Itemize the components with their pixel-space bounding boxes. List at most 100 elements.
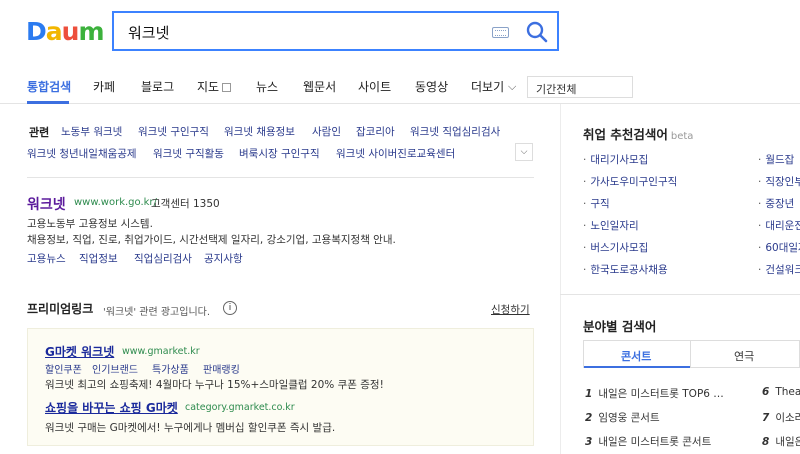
related-item[interactable]: 노동부 워크넷	[61, 124, 122, 139]
related-item[interactable]: 워크넷 채용정보	[224, 124, 295, 139]
related-title: 관련	[29, 126, 50, 139]
rank-number: 8	[762, 436, 770, 448]
related-searches: 관련 노동부 워크넷 워크넷 구인구직 워크넷 채용정보 사람인 잡코리아 워크…	[27, 122, 534, 178]
ad-sublink[interactable]: 인기브랜드	[92, 361, 138, 376]
logo-letter: m	[78, 17, 104, 46]
related-item[interactable]: 워크넷 청년내일채움공제	[27, 146, 137, 161]
sidebar-divider	[560, 294, 800, 295]
related-item[interactable]: 워크넷 구직활동	[153, 146, 224, 161]
rank-item[interactable]: 8 내일은	[762, 434, 800, 449]
ad-sublink[interactable]: 특가상품	[152, 361, 189, 376]
job-item[interactable]: 가사도우미구인구직	[583, 174, 677, 189]
ad-title[interactable]: G마켓 워크넷	[45, 343, 114, 360]
beta-badge: beta	[670, 131, 694, 142]
active-tab-indicator	[27, 101, 69, 104]
tab-site[interactable]: 사이트	[358, 78, 391, 95]
job-item[interactable]: 중장년	[758, 196, 794, 211]
tab-news[interactable]: 뉴스	[256, 78, 278, 95]
apply-link[interactable]: 신청하기	[491, 302, 530, 317]
logo-letter: u	[61, 17, 80, 46]
map-icon	[222, 83, 232, 92]
logo-letter: a	[45, 17, 63, 46]
job-item[interactable]: 대리기사모집	[583, 152, 648, 167]
rank-number: 1	[585, 388, 593, 400]
ad-url[interactable]: category.gmarket.co.kr	[185, 402, 295, 413]
rank-text: Theat	[775, 386, 800, 398]
site-customer-center: 고객센터 1350	[151, 198, 220, 210]
job-item[interactable]: 구직	[583, 196, 609, 211]
ad-title[interactable]: 쇼핑을 바꾸는 쇼핑 G마켓	[45, 399, 178, 416]
tab-blog[interactable]: 블로그	[141, 78, 174, 95]
search-button[interactable]	[524, 19, 550, 45]
ad-sublink[interactable]: 판매랭킹	[203, 361, 240, 376]
column-divider	[560, 104, 561, 454]
rank-number: 2	[585, 412, 593, 424]
related-item[interactable]: 잡코리아	[356, 124, 395, 139]
ad-description: 워크넷 구매는 G마켓에서! 누구에게나 멤버십 할인쿠폰 즉시 발급.	[45, 422, 336, 434]
job-item[interactable]: 노인일자리	[583, 218, 638, 233]
tab-web[interactable]: 웹문서	[303, 78, 336, 95]
site-description: 채용정보, 직업, 진로, 취업가이드, 시간선택제 일자리, 강소기업, 고용…	[27, 234, 396, 246]
rank-item[interactable]: 3 내일은 미스터트롯 콘서트	[585, 434, 711, 449]
job-item[interactable]: 한국도로공사채용	[583, 262, 667, 277]
site-url[interactable]: www.work.go.kr/	[74, 197, 157, 208]
rank-item[interactable]: 1 내일은 미스터트롯 TOP6 …	[585, 386, 724, 401]
site-sublink[interactable]: 고용뉴스	[27, 251, 66, 266]
rank-text: 임영웅 콘서트	[598, 412, 660, 424]
rank-text: 내일은 미스터트롯 콘서트	[598, 436, 712, 448]
rank-item[interactable]: 6 Theat	[762, 386, 800, 398]
rank-item[interactable]: 7 이소라	[762, 410, 800, 425]
active-tab-indicator	[584, 366, 690, 368]
chevron-down-icon[interactable]: ⌵	[508, 80, 516, 94]
job-item[interactable]: 직장인부	[758, 174, 800, 189]
site-sublink[interactable]: 직업정보	[79, 251, 118, 266]
related-item[interactable]: 워크넷 직업심리검사	[410, 124, 500, 139]
info-icon[interactable]: i	[223, 301, 237, 315]
tab-map[interactable]: 지도	[197, 78, 232, 95]
tab-separator	[690, 341, 691, 367]
tab-theater[interactable]: 연극	[734, 348, 754, 364]
rank-text: 내일은	[775, 436, 800, 448]
rank-text: 내일은 미스터트롯 TOP6 …	[598, 388, 724, 400]
search-input[interactable]: 워크넷	[128, 22, 169, 43]
rank-number: 7	[762, 412, 770, 424]
rank-number: 3	[585, 436, 593, 448]
tab-concert[interactable]: 콘서트	[621, 348, 651, 364]
related-item[interactable]: 벼룩시장 구인구직	[239, 146, 320, 161]
job-item[interactable]: 대리운전	[758, 218, 800, 233]
site-sublink[interactable]: 공지사항	[204, 251, 243, 266]
job-item[interactable]: 60대일자	[758, 240, 800, 255]
rank-item[interactable]: 2 임영웅 콘서트	[585, 410, 660, 425]
related-item[interactable]: 사람인	[312, 124, 341, 139]
tab-all[interactable]: 통합검색	[27, 78, 71, 95]
site-title-link[interactable]: 워크넷	[27, 194, 66, 214]
job-recommend-title: 취업 추천검색어 beta	[583, 124, 693, 143]
header: Daum 워크넷	[0, 0, 800, 66]
period-select[interactable]: 기간전체	[527, 76, 633, 98]
job-item[interactable]: 버스기사모집	[583, 240, 648, 255]
rank-number: 6	[762, 386, 770, 398]
search-box[interactable]: 워크넷	[112, 11, 559, 51]
tab-more[interactable]: 더보기	[471, 78, 504, 95]
logo-letter: D	[26, 17, 47, 46]
search-icon	[526, 21, 548, 43]
tab-video[interactable]: 동영상	[415, 78, 448, 95]
premium-title: 프리미엄링크	[27, 302, 94, 316]
ad-url[interactable]: www.gmarket.kr	[122, 346, 200, 357]
site-sublink[interactable]: 직업심리검사	[134, 251, 192, 266]
job-recommend-title-text: 취업 추천검색어	[583, 127, 668, 142]
related-item[interactable]: 워크넷 사이버진로교육센터	[336, 146, 455, 161]
tab-cafe[interactable]: 카페	[93, 78, 115, 95]
chevron-down-icon[interactable]: ⌵	[515, 143, 533, 161]
ad-box: G마켓 워크넷 www.gmarket.kr 할인쿠폰 인기브랜드 특가상품 판…	[27, 328, 534, 446]
category-title: 분야별 검색어	[583, 319, 657, 334]
ad-description: 워크넷 최고의 쇼핑축제! 4월마다 누구나 15%+스마일클럽 20% 쿠폰 …	[45, 379, 384, 391]
related-item[interactable]: 워크넷 구인구직	[138, 124, 209, 139]
premium-note: '워크넷' 관련 광고입니다.	[103, 307, 211, 318]
daum-logo[interactable]: Daum	[26, 17, 105, 46]
category-tabs: 콘서트 연극	[583, 340, 800, 368]
keyboard-icon[interactable]	[492, 27, 509, 38]
ad-sublink[interactable]: 할인쿠폰	[45, 361, 82, 376]
job-item[interactable]: 월드잡	[758, 152, 794, 167]
job-item[interactable]: 건설워크	[758, 262, 800, 277]
